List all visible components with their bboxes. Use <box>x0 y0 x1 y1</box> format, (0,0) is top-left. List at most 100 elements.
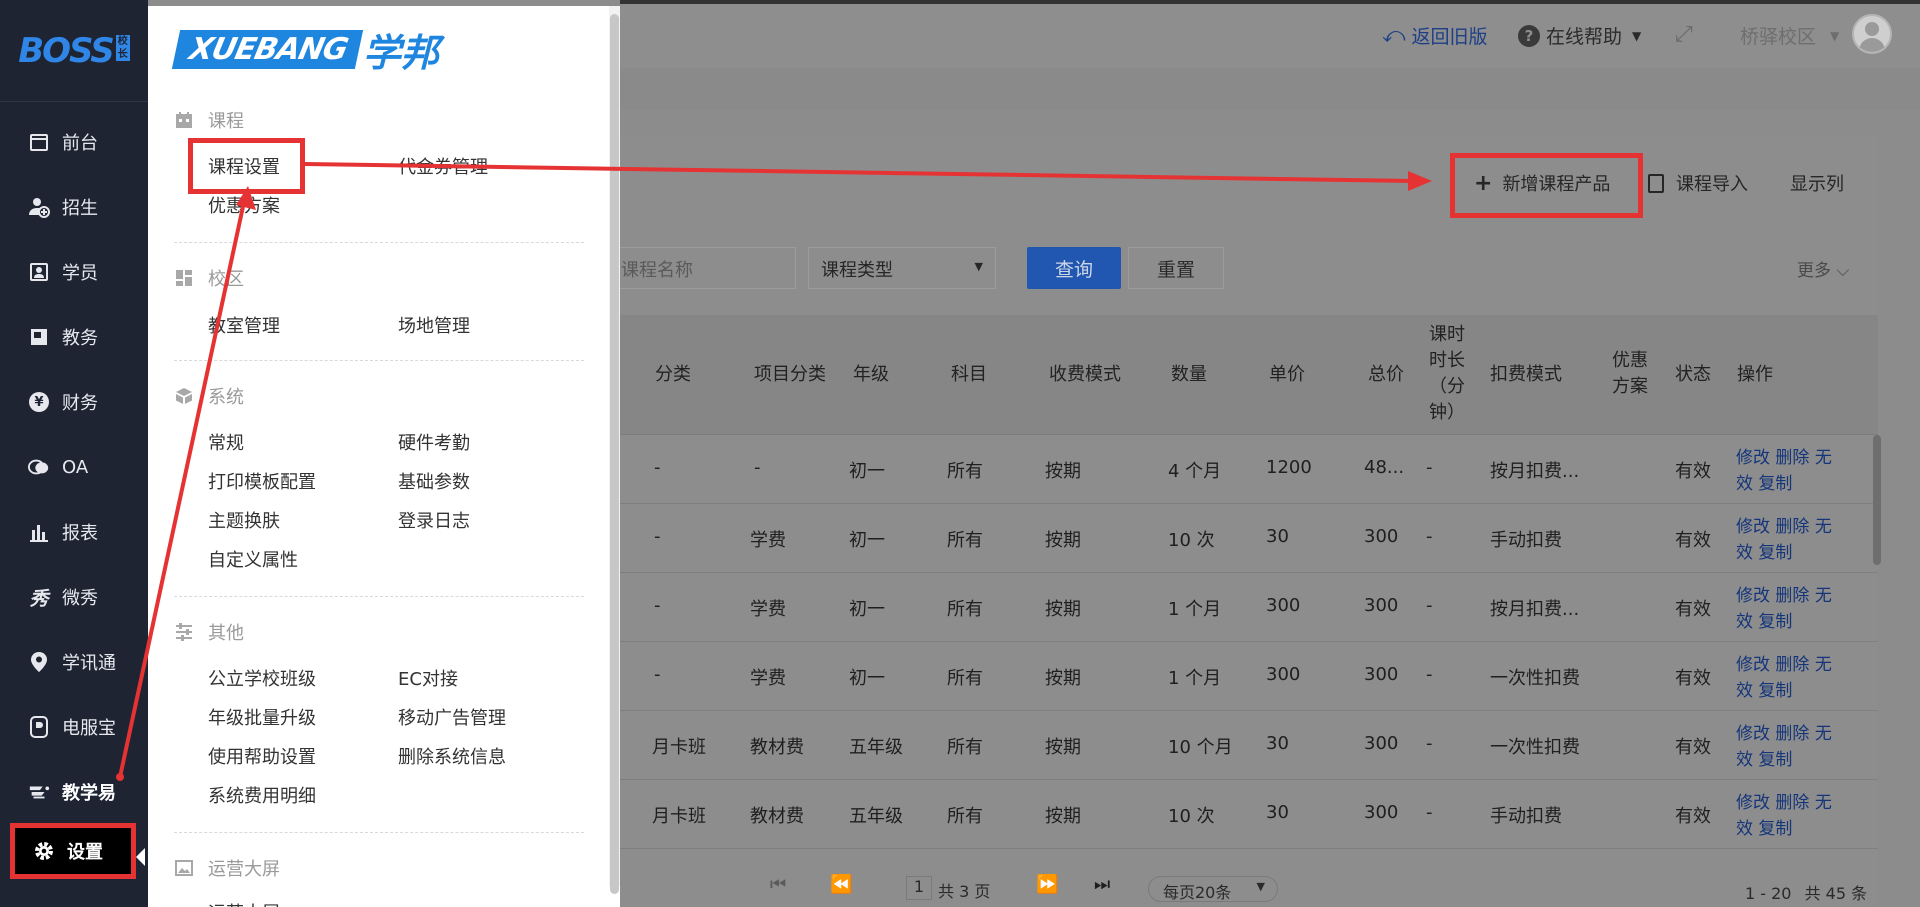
chevron-down-icon: ▼ <box>1256 880 1265 893</box>
col-discount: 优惠方案 <box>1612 350 1648 397</box>
delete-link[interactable]: 删除 <box>1775 724 1809 744</box>
divider <box>174 360 584 361</box>
import-icon <box>1648 173 1664 193</box>
more-filters-toggle[interactable]: 更多 ⌵ <box>1797 256 1849 281</box>
menu-item-discount-plan[interactable]: 优惠方案 <box>208 192 280 218</box>
menu-item-classroom-management[interactable]: 教室管理 <box>208 312 280 338</box>
row-actions: 修改 删除 无效 复制 <box>1736 514 1846 566</box>
divider <box>174 242 584 243</box>
sidebar-item-xuexuntong[interactable]: 学讯通 <box>0 637 148 687</box>
delete-link[interactable]: 删除 <box>1775 517 1809 537</box>
reset-button[interactable]: 重置 <box>1128 247 1224 289</box>
next-page-icon[interactable]: ⏩ <box>1036 874 1058 895</box>
menu-item-public-school-class[interactable]: 公立学校班级 <box>208 665 316 691</box>
query-button[interactable]: 查询 <box>1027 247 1121 289</box>
copy-link[interactable]: 复制 <box>1758 750 1792 770</box>
copy-link[interactable]: 复制 <box>1758 474 1792 494</box>
menu-item-system-fee-details[interactable]: 系统费用明细 <box>208 782 316 808</box>
menu-item-basic-params[interactable]: 基础参数 <box>398 468 470 494</box>
table-row: - 学费 初一 所有 按期 1 个月 300 300 - 一次性扣费 有效 修改… <box>620 642 1878 711</box>
copy-link[interactable]: 复制 <box>1758 819 1792 839</box>
page-size-select[interactable]: 每页20条 ▼ <box>1148 876 1278 902</box>
delete-link[interactable]: 删除 <box>1775 793 1809 813</box>
sidebar-item-dianfubao[interactable]: 电服宝 <box>0 702 148 752</box>
sidebar-item-finance[interactable]: ¥ 财务 <box>0 377 148 427</box>
menu-item-general[interactable]: 常规 <box>208 429 244 455</box>
menu-item-ec-integration[interactable]: EC对接 <box>398 665 458 691</box>
grid-icon <box>174 269 194 287</box>
add-user-icon <box>28 196 50 218</box>
menu-item-voucher-management[interactable]: 代金券管理 <box>398 153 488 179</box>
table-scrollbar[interactable] <box>1873 435 1881 565</box>
divider <box>174 832 584 833</box>
sidebar-item-oa[interactable]: OA <box>0 442 148 492</box>
sidebar-item-front-desk[interactable]: 前台 <box>0 117 148 167</box>
menu-item-help-settings[interactable]: 使用帮助设置 <box>208 743 316 769</box>
delete-link[interactable]: 删除 <box>1775 655 1809 675</box>
copy-link[interactable]: 复制 <box>1758 681 1792 701</box>
course-type-select[interactable]: 课程类型 ▼ <box>808 247 996 289</box>
prev-page-icon[interactable]: ⏪ <box>830 874 852 895</box>
import-course-button[interactable]: 课程导入 <box>1648 170 1748 196</box>
sidebar-item-weixiu[interactable]: 秀 微秀 <box>0 572 148 622</box>
boss-logo[interactable]: BOSS 校长 <box>0 0 148 102</box>
menu-item-grade-batch-upgrade[interactable]: 年级批量升级 <box>208 704 316 730</box>
menu-item-delete-system-info[interactable]: 删除系统信息 <box>398 743 506 769</box>
col-total-price: 总价 <box>1368 364 1404 385</box>
edit-link[interactable]: 修改 <box>1736 586 1770 606</box>
campus-selector[interactable]: 桥驿校区 ▼ <box>1740 22 1839 49</box>
menu-scrollbar[interactable] <box>609 6 620 894</box>
active-pointer <box>136 848 145 866</box>
first-page-icon[interactable]: ⏮ <box>770 874 786 895</box>
sidebar-item-enrollment[interactable]: 招生 <box>0 182 148 232</box>
sidebar-item-jiaoxueyi[interactable]: 教学易 <box>0 767 148 817</box>
edit-link[interactable]: 修改 <box>1736 448 1770 468</box>
page-number-input[interactable]: 1 <box>906 876 932 900</box>
table-row: - 学费 初一 所有 按期 1 个月 300 300 - 按月扣费... 有效 … <box>620 573 1878 642</box>
menu-section-course: 课程 <box>174 107 244 133</box>
col-fee-mode: 收费模式 <box>1049 364 1121 385</box>
edit-link[interactable]: 修改 <box>1736 655 1770 675</box>
delete-link[interactable]: 删除 <box>1775 448 1809 468</box>
menu-item-venue-management[interactable]: 场地管理 <box>398 312 470 338</box>
back-old-version-link[interactable]: ⤺ 返回旧版 <box>1382 22 1488 49</box>
location-pin-icon <box>28 651 50 673</box>
image-icon <box>174 859 194 877</box>
divider <box>174 596 584 597</box>
edit-link[interactable]: 修改 <box>1736 724 1770 744</box>
chevron-down-icon: ▼ <box>1632 28 1642 43</box>
copy-link[interactable]: 复制 <box>1758 543 1792 563</box>
sidebar-item-reports[interactable]: 报表 <box>0 507 148 557</box>
col-deduct-mode: 扣费模式 <box>1490 364 1562 385</box>
sidebar-item-settings[interactable]: 设置 <box>10 823 136 879</box>
menu-item-ops-screen[interactable]: 运营大屏 <box>208 899 280 907</box>
teach-icon <box>28 781 50 803</box>
menu-item-hardware-attendance[interactable]: 硬件考勤 <box>398 429 470 455</box>
edit-link[interactable]: 修改 <box>1736 793 1770 813</box>
id-card-icon <box>28 261 50 283</box>
sidebar-item-academic[interactable]: 教务 <box>0 312 148 362</box>
online-help-menu[interactable]: ? 在线帮助 ▼ <box>1518 22 1641 49</box>
table-row: - - 初一 所有 按期 4 个月 1200 48... - 按月扣费... 有… <box>620 435 1878 504</box>
bar-chart-icon <box>28 521 50 543</box>
table-row: 月卡班 教材费 五年级 所有 按期 10 个月 30 300 - 一次性扣费 有… <box>620 711 1878 780</box>
show-columns-button[interactable]: 显示列 <box>1790 170 1844 196</box>
xiu-icon: 秀 <box>29 587 49 610</box>
copy-link[interactable]: 复制 <box>1758 612 1792 632</box>
menu-item-theme[interactable]: 主题换肤 <box>208 507 280 533</box>
menu-item-custom-attributes[interactable]: 自定义属性 <box>208 546 298 572</box>
col-grade: 年级 <box>853 364 889 385</box>
last-page-icon[interactable]: ⏭ <box>1094 874 1110 895</box>
sidebar-item-students[interactable]: 学员 <box>0 247 148 297</box>
gear-icon <box>33 840 55 862</box>
col-actions: 操作 <box>1737 364 1773 385</box>
col-quantity: 数量 <box>1171 364 1207 385</box>
delete-link[interactable]: 删除 <box>1775 586 1809 606</box>
menu-item-login-log[interactable]: 登录日志 <box>398 507 470 533</box>
course-name-input[interactable]: 课程名称 <box>608 247 796 289</box>
fullscreen-icon[interactable]: ⤢ <box>1675 22 1693 47</box>
menu-item-print-template[interactable]: 打印模板配置 <box>208 468 316 494</box>
menu-item-mobile-ads[interactable]: 移动广告管理 <box>398 704 506 730</box>
avatar[interactable] <box>1852 14 1892 54</box>
edit-link[interactable]: 修改 <box>1736 517 1770 537</box>
